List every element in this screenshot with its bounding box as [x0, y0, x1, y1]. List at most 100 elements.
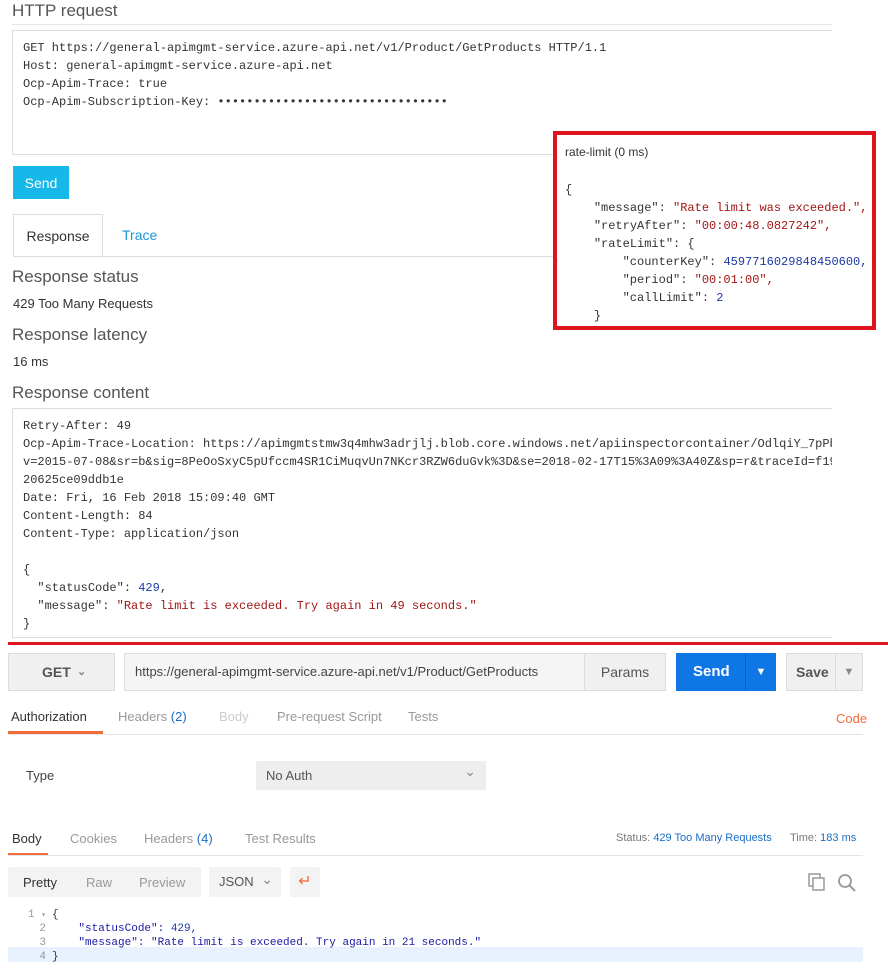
- json-key: "message":: [37, 599, 117, 613]
- url-input[interactable]: https://general-apimgmt-service.azure-ap…: [124, 653, 592, 691]
- response-header-line: Ocp-Apim-Trace-Location: https://apimgmt…: [23, 437, 832, 451]
- line-number: 1 ▾: [8, 909, 46, 921]
- params-button[interactable]: Params: [584, 653, 666, 691]
- chevron-down-icon: ⌄: [464, 763, 476, 779]
- resp-tab-body[interactable]: Body: [12, 831, 42, 846]
- postman-send-button[interactable]: Send ▼: [676, 653, 776, 691]
- chevron-down-icon: ⌄: [77, 666, 87, 678]
- response-header-line: 20625ce09ddb1e: [23, 473, 124, 487]
- tab-tests[interactable]: Tests: [408, 709, 438, 724]
- code-link[interactable]: Code: [836, 711, 867, 726]
- tab-headers[interactable]: Headers (2): [118, 709, 187, 724]
- code-line: {: [52, 909, 59, 921]
- response-header-line: Content-Length: 84: [23, 509, 153, 523]
- response-status-value: 429 Too Many Requests: [13, 296, 153, 311]
- request-line: Host: general-apimgmt-service.azure-api.…: [23, 59, 333, 73]
- rl-call-line: "callLimit": 2: [565, 289, 864, 307]
- format-select[interactable]: JSON ⌄: [209, 867, 281, 897]
- auth-type-value: No Auth: [266, 768, 313, 783]
- http-request-heading: HTTP request: [12, 1, 118, 20]
- resp-tab-cookies[interactable]: Cookies: [70, 831, 117, 846]
- wrap-lines-icon[interactable]: ↵: [290, 867, 320, 897]
- status-value: 429 Too Many Requests: [653, 832, 772, 844]
- json-message-line: "message": "Rate limit is exceeded. Try …: [23, 597, 822, 615]
- json-brace: }: [593, 309, 602, 323]
- time-label: Time:: [790, 832, 818, 844]
- resp-tab-headers[interactable]: Headers (4): [144, 831, 213, 846]
- view-preview[interactable]: Preview: [139, 875, 185, 890]
- tabs-divider: [8, 855, 863, 856]
- save-button[interactable]: Save ▼: [786, 653, 863, 691]
- response-time: Time: 183 ms: [790, 832, 856, 844]
- code-line: "message": "Rate limit is exceeded. Try …: [52, 937, 481, 949]
- tab-label: Headers: [118, 709, 168, 724]
- chevron-down-icon[interactable]: ▼: [835, 654, 862, 690]
- response-status: Status: 429 Too Many Requests: [616, 832, 772, 844]
- resp-tab-test-results[interactable]: Test Results: [245, 831, 316, 846]
- json-close: }: [23, 617, 31, 631]
- heading-rule: [12, 24, 832, 25]
- response-content-heading: Response content: [12, 383, 150, 402]
- red-divider: [8, 642, 888, 645]
- search-icon[interactable]: [837, 873, 857, 893]
- json-key: "period":: [622, 273, 695, 287]
- request-line: Ocp-Apim-Trace: true: [23, 77, 168, 91]
- save-label: Save: [796, 664, 829, 680]
- headers-count-badge: (4): [196, 831, 213, 846]
- view-mode-group: Pretty Raw Preview: [8, 867, 201, 897]
- json-string: "00:01:00",: [694, 273, 774, 287]
- json-key: "statusCode":: [78, 923, 171, 935]
- line-number: 4: [39, 951, 46, 963]
- line-number: 2: [39, 923, 46, 935]
- tab-body[interactable]: Body: [219, 709, 249, 724]
- rl-message-line: "message": "Rate limit was exceeded.",: [565, 199, 868, 217]
- json-key: "statusCode":: [37, 581, 139, 595]
- status-label: Status:: [616, 832, 651, 844]
- request-line: Ocp-Apim-Subscription-Key: •••••••••••••…: [23, 95, 448, 109]
- active-line-highlight: [8, 947, 863, 962]
- method-select[interactable]: GET ⌄: [8, 653, 115, 691]
- rl-inner-close: }: [565, 307, 864, 325]
- view-raw[interactable]: Raw: [86, 875, 112, 890]
- chevron-down-icon[interactable]: ▼: [745, 653, 776, 691]
- tabs-divider: [8, 734, 863, 735]
- response-body-editor[interactable]: 1 ▾ 2 3 4 { "statusCode": 429, "message"…: [8, 907, 863, 968]
- fold-icon[interactable]: ▾: [41, 911, 46, 920]
- json-number: 429: [138, 581, 160, 595]
- auth-type-label: Type: [26, 768, 55, 783]
- json-string: "Rate limit is exceeded. Try again in 21…: [151, 937, 482, 949]
- response-latency-heading: Response latency: [12, 325, 148, 344]
- json-open: {: [23, 563, 31, 577]
- json-key: "rateLimit": {: [593, 237, 695, 251]
- headers-count-badge: (2): [170, 709, 187, 724]
- tab-authorization[interactable]: Authorization: [11, 709, 87, 724]
- tab-label: Headers: [144, 831, 194, 846]
- auth-type-select[interactable]: No Auth ⌄: [256, 761, 486, 790]
- send-button[interactable]: Send: [13, 166, 69, 199]
- response-status-heading: Response status: [12, 267, 139, 286]
- code-line: "statusCode": 429,: [52, 923, 197, 935]
- json-string: "00:00:48.0827242",: [694, 219, 832, 233]
- json-key: "message":: [78, 937, 152, 949]
- response-content-box[interactable]: Retry-After: 49 Ocp-Apim-Trace-Location:…: [12, 408, 832, 638]
- view-pretty[interactable]: Pretty: [23, 875, 57, 890]
- format-value: JSON: [219, 874, 254, 889]
- response-latency-value: 16 ms: [13, 354, 49, 369]
- tab-prerequest-script[interactable]: Pre-request Script: [277, 709, 382, 724]
- line-number: 3: [39, 937, 46, 949]
- rl-counter-line: "counterKey": 4597716029848450600,: [565, 253, 868, 271]
- json-number: 2: [716, 291, 724, 305]
- tab-trace[interactable]: Trace: [122, 214, 182, 257]
- tab-response[interactable]: Response: [13, 214, 103, 257]
- copy-icon[interactable]: [808, 873, 825, 891]
- time-value: 183 ms: [820, 832, 857, 844]
- request-line: GET https://general-apimgmt-service.azur…: [23, 41, 607, 55]
- response-header-line: v=2015-07-08&sr=b&sig=8PeOoSxyC5pUfccm4S…: [23, 455, 832, 469]
- json-key: "callLimit":: [622, 291, 717, 305]
- response-header-line: Content-Type: application/json: [23, 527, 240, 541]
- method-label: GET: [42, 664, 71, 680]
- send-label: Send: [693, 663, 730, 680]
- rl-retry-line: "retryAfter": "00:00:48.0827242",: [565, 217, 864, 235]
- response-header-line: Date: Fri, 16 Feb 2018 15:09:40 GMT: [23, 491, 276, 505]
- json-string: "Rate limit is exceeded. Try again in 49…: [116, 599, 477, 613]
